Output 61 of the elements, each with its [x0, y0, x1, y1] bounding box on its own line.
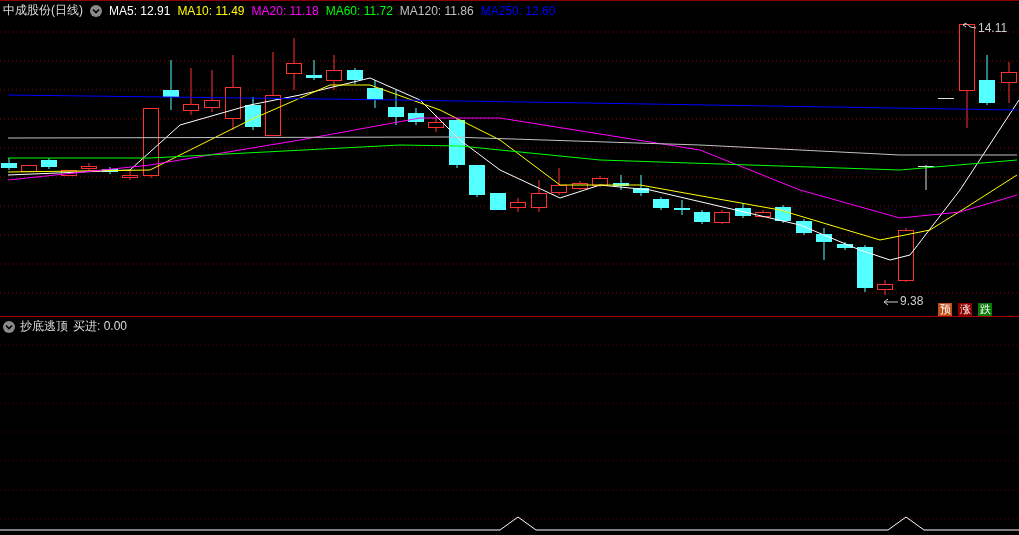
candlestick [1, 157, 17, 171]
candlestick [694, 209, 710, 225]
candlestick [837, 241, 853, 251]
candlestick [796, 218, 812, 236]
candlestick [857, 244, 873, 293]
indicator-value: MA60: 11.72 [325, 3, 393, 18]
candlestick [714, 209, 730, 225]
dropdown-icon[interactable] [3, 320, 15, 333]
candlestick [674, 199, 690, 216]
candlestick [755, 209, 771, 219]
candlestick [367, 79, 383, 109]
candlestick [572, 180, 588, 191]
candlestick [653, 196, 669, 211]
indicator-name: 抄底逃顶 [20, 318, 68, 335]
candlestick [143, 107, 159, 179]
indicator-value: MA20: 11.18 [251, 3, 319, 18]
candlestick [306, 59, 322, 81]
candlestick [81, 162, 97, 173]
candlestick [21, 164, 37, 172]
candlestick [551, 167, 567, 196]
price-label: 14.11 [978, 21, 1008, 35]
signal-badge[interactable]: 预 [938, 303, 952, 316]
candlestick [245, 96, 261, 131]
candlestick [918, 164, 934, 191]
candlestick [204, 69, 220, 113]
candlestick [898, 227, 914, 283]
signal-badge[interactable]: 涨 [958, 303, 972, 316]
candlestick [592, 175, 608, 188]
candlestick [531, 179, 547, 213]
candlestick [449, 117, 465, 169]
indicator-value: MA5: 12.91 [109, 3, 171, 18]
candlestick [388, 89, 404, 126]
candlestick [163, 59, 179, 111]
candlestick [938, 97, 954, 100]
candlestick [633, 174, 649, 197]
chart-title: 中成股份(日线) [3, 2, 83, 19]
candlestick [877, 279, 893, 296]
candlestick [122, 169, 138, 181]
candlestick [510, 197, 526, 213]
candlestick [490, 192, 506, 211]
price-label: 9.38 [900, 294, 924, 308]
candlestick [408, 107, 424, 126]
indicator-reading: 买进: 0.00 [73, 318, 128, 335]
candlestick [347, 67, 363, 85]
candlestick [183, 67, 199, 116]
candlestick [428, 114, 444, 133]
candlestick [613, 174, 629, 191]
indicator-value: MA10: 11.49 [177, 3, 245, 18]
candlestick [41, 157, 57, 170]
candlestick [735, 202, 751, 219]
candlestick [469, 164, 485, 198]
dropdown-icon[interactable] [90, 4, 102, 17]
candlestick [61, 169, 77, 176]
signal-badge[interactable]: 跌 [978, 303, 992, 316]
candlestick [979, 54, 995, 106]
candlestick [326, 54, 342, 91]
indicator-value: MA120: 11.86 [399, 3, 474, 18]
candlestick [816, 227, 832, 261]
indicator-value: MA250: 12.60 [480, 3, 556, 18]
candlestick [286, 37, 302, 91]
candlestick [1001, 61, 1017, 104]
